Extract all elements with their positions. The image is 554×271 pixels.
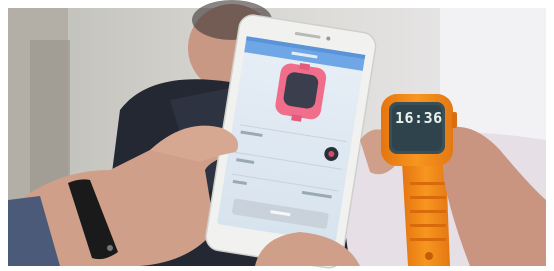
watch-time-display: 16:36 [395,109,443,127]
photo-scene: 16:36 [0,0,554,271]
smartwatch [381,94,457,166]
photo-illustration [0,0,554,271]
orange-strap [402,162,450,266]
